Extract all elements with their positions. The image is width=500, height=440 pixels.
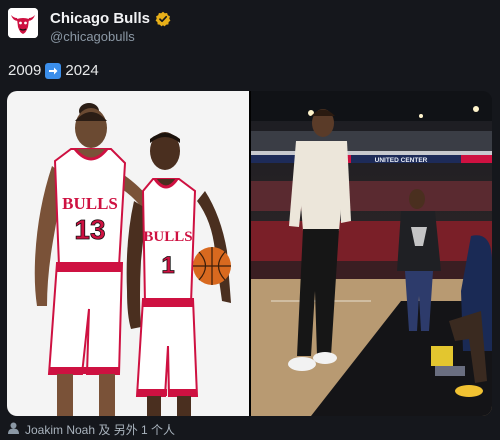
- person-icon: [8, 422, 19, 437]
- jersey-right-team: BULLS: [143, 229, 192, 245]
- bulls-logo-icon[interactable]: [8, 8, 38, 38]
- tweet-text-before: 2009: [8, 62, 42, 79]
- tweet-header: Chicago Bulls @chicagobulls: [8, 8, 488, 44]
- arena-banner: UNITED CENTER: [375, 157, 428, 164]
- account-handle[interactable]: @chicagobulls: [50, 29, 135, 44]
- tweet-text-after: 2024: [65, 62, 99, 79]
- right-arrow-emoji-icon: [45, 62, 62, 79]
- photo-2009[interactable]: BULLS 13 BULLS 1: [7, 91, 249, 416]
- account-display-name[interactable]: Chicago Bulls: [50, 10, 150, 27]
- tagged-people-text[interactable]: Joakim Noah 及 另外 1 个人: [25, 421, 175, 438]
- jersey-right-number: 1: [161, 252, 174, 279]
- tweet-media[interactable]: BULLS 13 BULLS 1 UNITED CENTER: [7, 91, 492, 416]
- verified-badge-icon: [155, 11, 171, 27]
- jersey-left-team: BULLS: [62, 194, 118, 213]
- jersey-left-number: 13: [74, 214, 105, 245]
- tweet-text: 2009 2024: [8, 62, 99, 79]
- tweet-card: Chicago Bulls @chicagobulls 2009 2024 BU…: [0, 0, 500, 440]
- account-name-row[interactable]: Chicago Bulls: [50, 10, 171, 27]
- photo-2024[interactable]: UNITED CENTER: [251, 91, 492, 416]
- tagged-people[interactable]: Joakim Noah 及 另外 1 个人: [8, 421, 175, 438]
